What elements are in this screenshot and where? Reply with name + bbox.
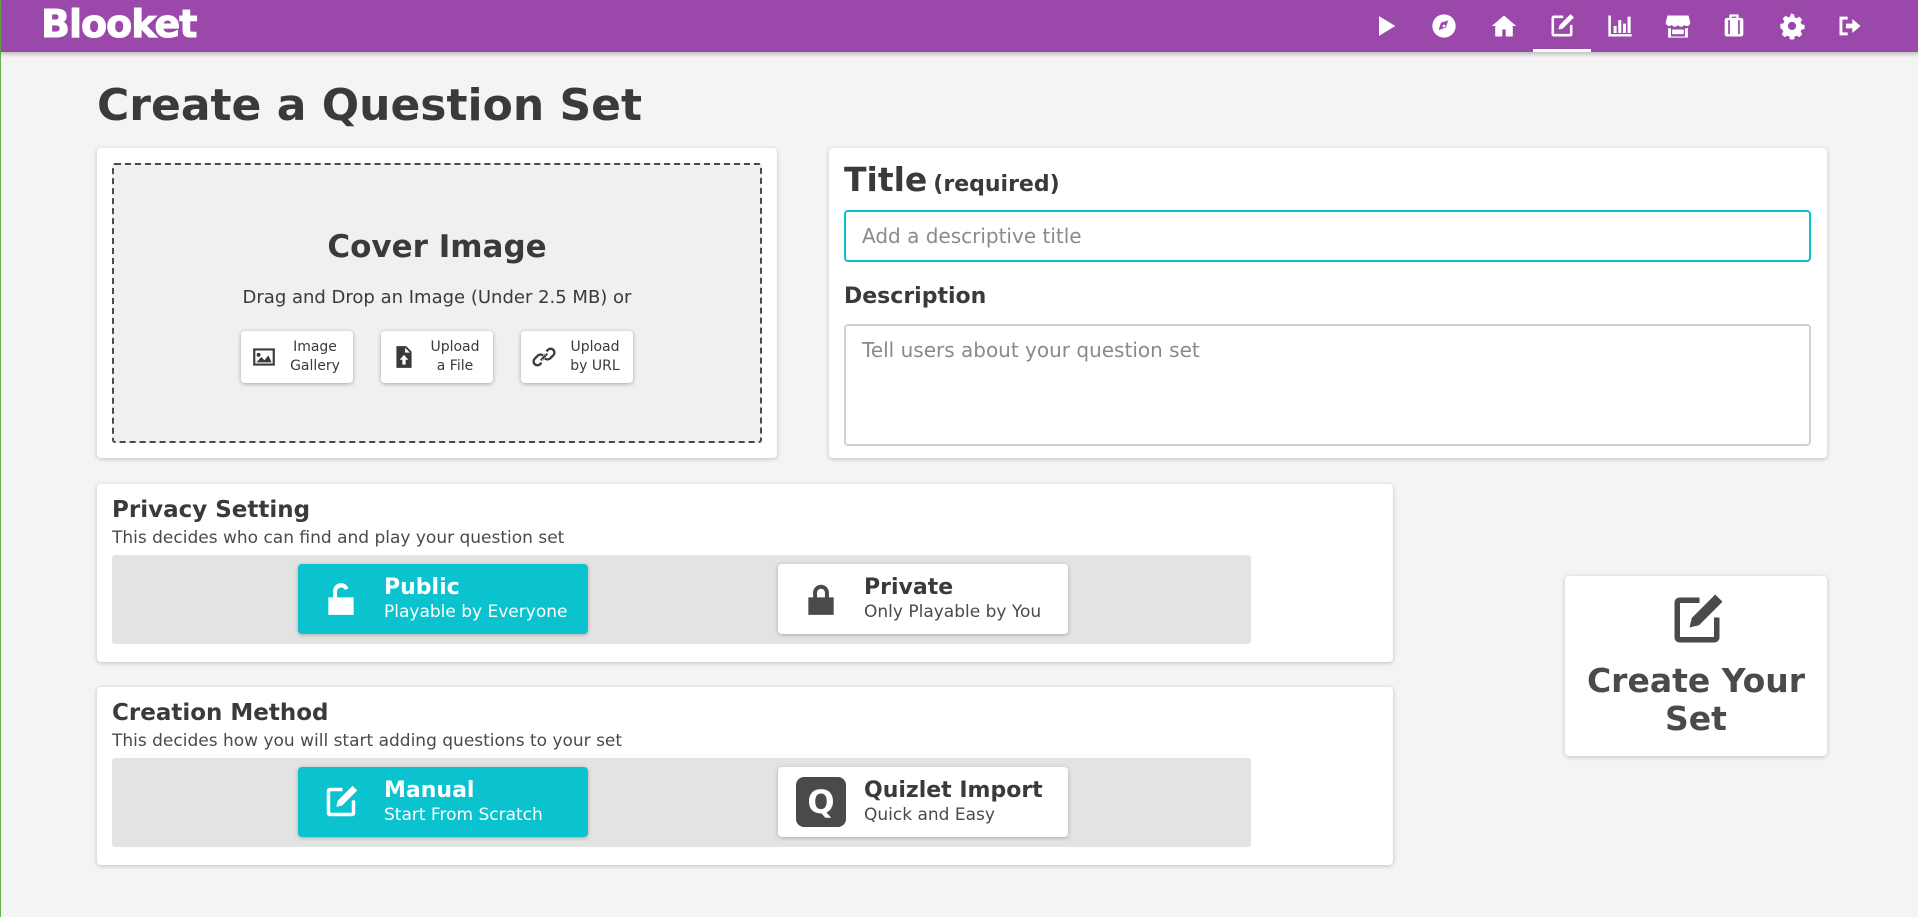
upload-url-label-2: by URL [570, 358, 620, 374]
upload-url-label-1: Upload [570, 339, 620, 355]
public-option-label: Public [384, 575, 460, 600]
image-drop-zone[interactable]: Cover Image Drag and Drop an Image (Unde… [112, 163, 762, 443]
privacy-setting-title: Privacy Setting [112, 497, 311, 523]
description-textarea[interactable] [844, 324, 1811, 446]
page-title: Create a Question Set [97, 80, 643, 131]
inventory-briefcase-icon[interactable] [1705, 0, 1763, 52]
private-option-label: Private [864, 575, 954, 600]
privacy-options: Public Playable by Everyone Private Only… [112, 555, 1251, 644]
home-icon[interactable] [1475, 0, 1533, 52]
blooket-logo[interactable]: Blooket [40, 2, 197, 47]
cover-image-buttons: Image Gallery Upload a File Upload by URL [114, 331, 760, 383]
edit-icon [326, 785, 358, 817]
title-required-note: (required) [933, 172, 1060, 197]
create-set-label-1: Create Your [1586, 661, 1806, 700]
title-label-text: Title [844, 160, 928, 199]
link-icon [532, 347, 556, 367]
quizlet-import-sub: Quick and Easy [864, 805, 995, 825]
quizlet-import-option-button[interactable]: Q Quizlet Import Quick and Easy [778, 767, 1068, 837]
quizlet-q-icon: Q [796, 777, 846, 827]
stats-chart-icon[interactable] [1591, 0, 1649, 52]
settings-gear-icon[interactable] [1763, 0, 1821, 52]
privacy-setting-card: Privacy Setting This decides who can fin… [97, 484, 1393, 662]
cover-image-title: Cover Image [327, 229, 547, 265]
private-option-button[interactable]: Private Only Playable by You [778, 564, 1068, 634]
manual-option-button[interactable]: Manual Start From Scratch [298, 767, 588, 837]
unlock-icon [328, 583, 354, 615]
public-option-sub: Playable by Everyone [384, 602, 568, 622]
cover-image-instructions: Drag and Drop an Image (Under 2.5 MB) or [242, 287, 632, 308]
privacy-setting-description: This decides who can find and play your … [112, 528, 565, 548]
play-icon[interactable] [1357, 0, 1415, 52]
image-gallery-label-1: Image [293, 339, 337, 355]
market-store-icon[interactable] [1649, 0, 1707, 52]
description-label: Description [844, 284, 987, 309]
quizlet-import-label: Quizlet Import [864, 778, 1043, 803]
title-input[interactable] [844, 210, 1811, 262]
lock-icon [808, 584, 834, 615]
image-gallery-button[interactable]: Image Gallery [241, 331, 353, 383]
creation-method-card: Creation Method This decides how you wil… [97, 687, 1393, 865]
create-set-label-2: Set [1665, 699, 1727, 738]
file-upload-icon [396, 346, 412, 368]
creation-method-options: Manual Start From Scratch Q Quizlet Impo… [112, 758, 1251, 847]
image-gallery-label-2: Gallery [290, 358, 340, 374]
cover-image-card: Cover Image Drag and Drop an Image (Unde… [97, 148, 777, 458]
logout-icon[interactable] [1821, 0, 1879, 52]
title-label: Title (required) [844, 160, 1060, 199]
set-details-card: Title(required) Description [829, 148, 1827, 458]
create-set-button[interactable]: Create Your Set [1565, 576, 1827, 756]
manual-option-sub: Start From Scratch [384, 805, 543, 825]
upload-file-label-1: Upload [430, 339, 480, 355]
creation-method-title: Creation Method [112, 700, 329, 726]
upload-file-label-2: a File [436, 358, 474, 374]
create-edit-icon[interactable] [1533, 0, 1591, 52]
create-set-label: Create Your Set [1565, 662, 1827, 738]
upload-file-button[interactable]: Upload a File [381, 331, 493, 383]
public-option-button[interactable]: Public Playable by Everyone [298, 564, 588, 634]
discover-compass-icon[interactable] [1415, 0, 1473, 52]
top-navigation-bar: Blooket [1, 0, 1918, 52]
edit-icon [1674, 594, 1723, 643]
creation-method-description: This decides how you will start adding q… [112, 731, 623, 751]
upload-url-button[interactable]: Upload by URL [521, 331, 633, 383]
manual-option-label: Manual [384, 778, 475, 803]
private-option-sub: Only Playable by You [864, 602, 1042, 622]
image-icon [253, 348, 275, 366]
